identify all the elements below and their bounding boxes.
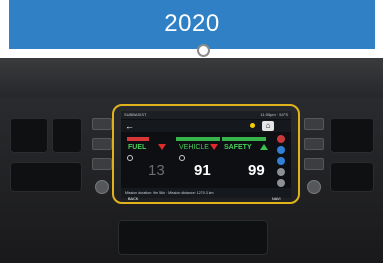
right-button-3[interactable]: [304, 158, 324, 170]
year-label: 2020: [164, 10, 220, 37]
timeline-strip: [0, 49, 383, 58]
left-vent-3: [10, 162, 82, 192]
safety-label: SAFETY: [224, 144, 252, 151]
fuel-radio-icon[interactable]: [127, 155, 133, 161]
vehicle-status-bar: [176, 137, 220, 141]
side-controls: [275, 135, 287, 191]
fuel-label: FUEL: [128, 144, 147, 151]
letter-a-blue-icon[interactable]: [277, 157, 285, 165]
status-bar: SUBBASIST 11:05pm · 54°S: [121, 111, 291, 119]
right-vent-2: [330, 162, 374, 192]
navi-label[interactable]: NAVI: [272, 197, 281, 201]
settings-gray-icon[interactable]: [277, 168, 285, 176]
status-left: SUBBASIST: [124, 112, 147, 117]
vehicle-trend-down-icon: [210, 144, 218, 150]
app-frame: 2020 SUBBASIST 11:05pm · 54°S ← ⌂ FUEL V: [0, 0, 383, 263]
left-button-1[interactable]: [92, 118, 112, 130]
left-vent-1: [10, 118, 48, 153]
safety-value: 99: [248, 162, 265, 179]
timeline-dot-icon[interactable]: [197, 44, 210, 57]
nav-row: ← ⌂: [121, 120, 291, 132]
right-vent-1: [330, 118, 374, 153]
right-tune-knob[interactable]: [307, 180, 321, 194]
fuel-status-bar: [127, 137, 149, 141]
warning-dot-icon: [250, 123, 255, 128]
mission-bar: Mission duration: 9m 56s · Mission dista…: [121, 188, 291, 198]
left-button-2[interactable]: [92, 138, 112, 150]
left-vent-2: [52, 118, 82, 153]
sync-gray-icon[interactable]: [277, 179, 285, 187]
info-red-icon[interactable]: [277, 135, 285, 143]
year-banner: 2020: [9, 0, 375, 51]
safety-status-bar: [222, 137, 266, 141]
right-button-2[interactable]: [304, 138, 324, 150]
vehicle-value: 91: [194, 162, 211, 179]
vehicle-radio-icon[interactable]: [179, 155, 185, 161]
right-button-1[interactable]: [304, 118, 324, 130]
fuel-value: 13: [148, 162, 165, 179]
safety-trend-up-icon: [260, 144, 268, 150]
dashboard-top: [0, 58, 383, 98]
left-volume-knob[interactable]: [95, 180, 109, 194]
left-button-3[interactable]: [92, 158, 112, 170]
home-icon[interactable]: ⌂: [262, 121, 274, 131]
info-blue-icon[interactable]: [277, 146, 285, 154]
infotainment-screen: SUBBASIST 11:05pm · 54°S ← ⌂ FUEL VEHICL…: [121, 111, 291, 198]
back-label[interactable]: BACK: [128, 197, 138, 201]
arrow-left-icon[interactable]: ←: [125, 121, 134, 131]
center-vent-lower: [118, 220, 268, 255]
fuel-trend-down-icon: [158, 144, 166, 150]
vehicle-label: VEHICLE: [179, 144, 209, 151]
status-right: 11:05pm · 54°S: [260, 112, 288, 117]
